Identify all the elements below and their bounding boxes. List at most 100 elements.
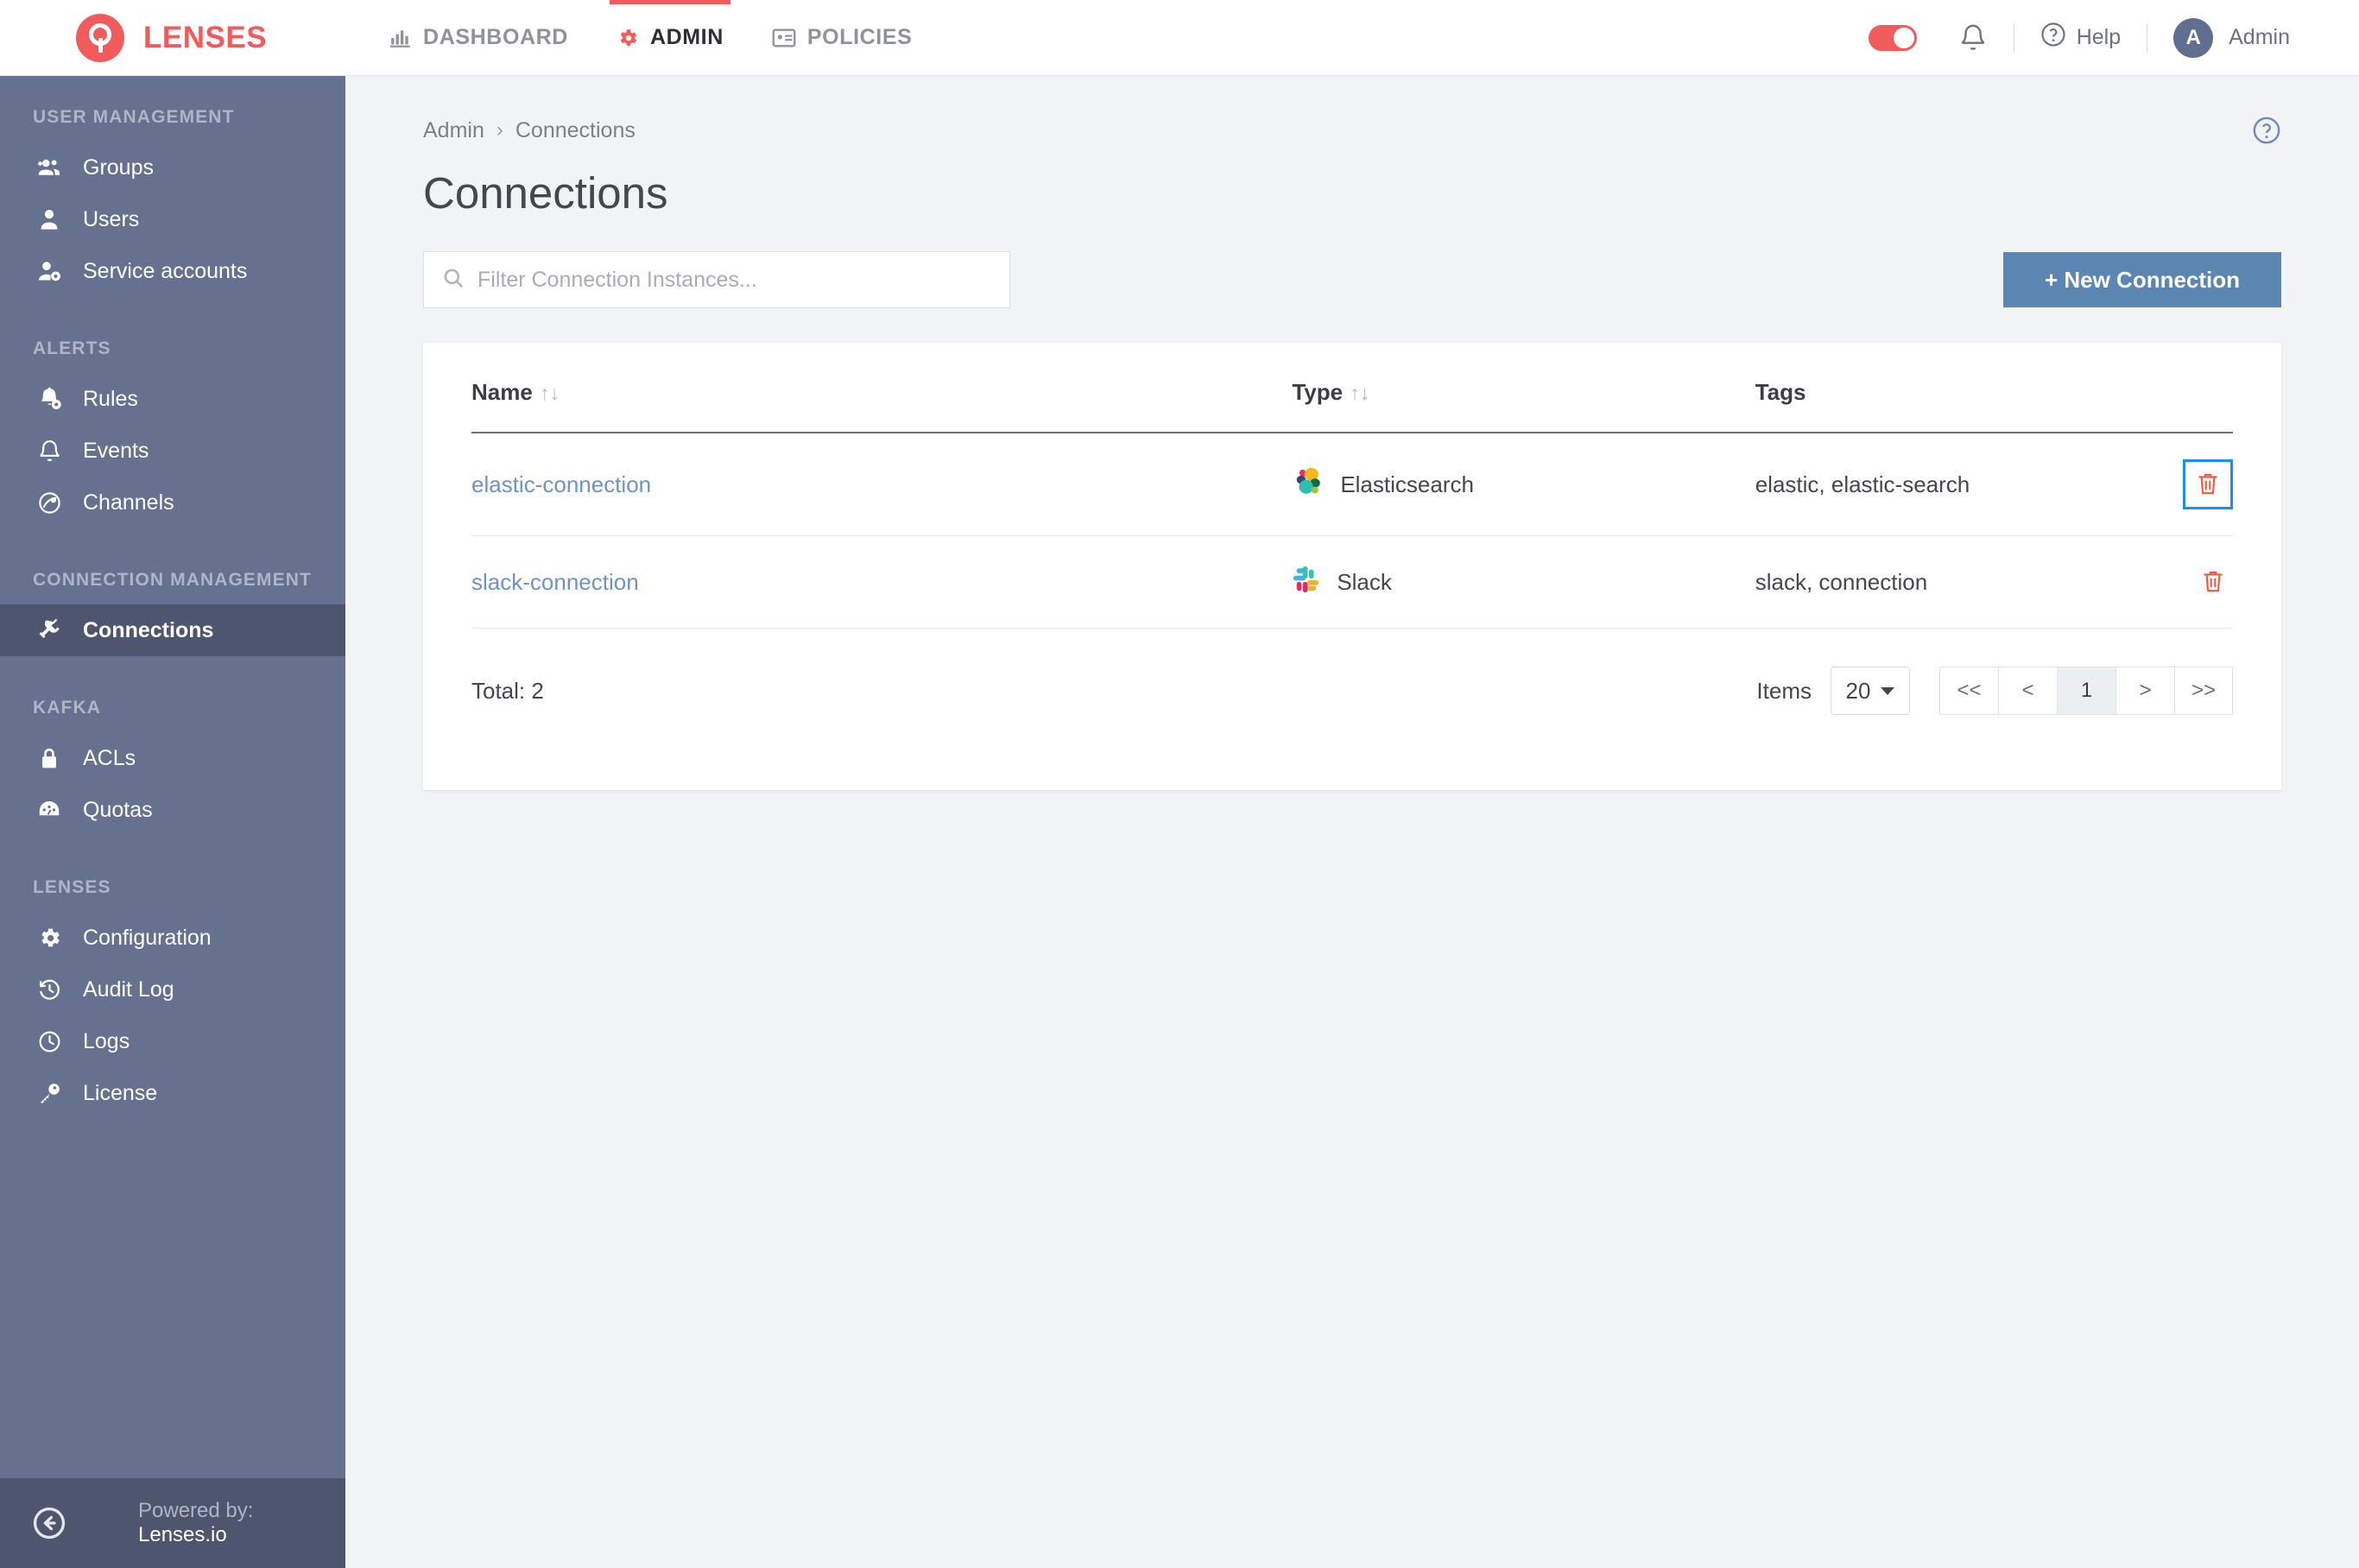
- users-group-icon: [35, 155, 64, 180]
- sidebar-group-connection-management: CONNECTION MANAGEMENT Connections: [0, 570, 345, 656]
- nav-tab-label: DASHBOARD: [423, 25, 568, 49]
- powered-by: Powered by: Lenses.io: [138, 1499, 314, 1547]
- breadcrumb-separator: ›: [496, 118, 503, 142]
- elasticsearch-logo: [1292, 465, 1325, 504]
- sidebar-item-acls[interactable]: ACLs: [0, 732, 345, 784]
- question-circle-icon[interactable]: [2252, 116, 2281, 145]
- column-header-type[interactable]: Type ↑↓: [1292, 379, 1755, 433]
- cell-type: Elasticsearch: [1292, 433, 1755, 536]
- sidebar-item-users[interactable]: Users: [0, 193, 345, 245]
- powered-by-brand: Lenses.io: [138, 1523, 227, 1546]
- sidebar-item-label: Logs: [83, 1028, 130, 1053]
- sidebar-group-title: LENSES: [33, 877, 111, 897]
- sidebar-item-label: Audit Log: [83, 977, 174, 1002]
- page-number-button[interactable]: 1: [2057, 667, 2116, 715]
- top-bar-right: Help A Admin: [1868, 17, 2290, 58]
- sidebar-footer: Powered by: Lenses.io: [0, 1478, 345, 1568]
- sidebar-item-configuration[interactable]: Configuration: [0, 912, 345, 964]
- gear-icon: [617, 27, 639, 49]
- bell-icon: [35, 439, 64, 464]
- connections-table: Name ↑↓ Type ↑↓ Tags elastic-connection: [471, 379, 2233, 629]
- sidebar-item-label: Service accounts: [83, 258, 248, 283]
- theme-toggle[interactable]: [1868, 24, 1917, 51]
- sidebar-group-title: ALERTS: [33, 338, 111, 358]
- delete-connection-button[interactable]: [2183, 459, 2233, 509]
- search-input[interactable]: [477, 267, 992, 293]
- cell-name: slack-connection: [471, 535, 1293, 629]
- user-menu[interactable]: A Admin: [2173, 17, 2290, 58]
- items-per-page-select[interactable]: 20: [1831, 667, 1910, 715]
- sidebar-item-label: Configuration: [83, 925, 212, 950]
- cell-name: elastic-connection: [471, 433, 1293, 536]
- sidebar-item-logs[interactable]: Logs: [0, 1015, 345, 1067]
- sidebar-group-user-management: USER MANAGEMENT Groups Users Service acc…: [0, 107, 345, 297]
- items-label: Items: [1756, 677, 1812, 704]
- sort-toggle-icon[interactable]: ↑↓: [1350, 382, 1369, 404]
- column-header-tags: Tags: [1755, 379, 2109, 433]
- column-header-type-label: Type: [1292, 379, 1344, 405]
- page-prev-button[interactable]: <: [1998, 667, 2057, 715]
- sidebar-item-audit-log[interactable]: Audit Log: [0, 964, 345, 1015]
- sidebar-item-label: ACLs: [83, 745, 136, 770]
- sidebar-item-connections[interactable]: Connections: [0, 604, 345, 656]
- help-button[interactable]: Help: [2040, 22, 2121, 54]
- table-footer: Total: 2 Items 20 << < 1 > >>: [471, 667, 2233, 715]
- sidebar-item-rules[interactable]: Rules: [0, 373, 345, 425]
- sidebar-item-groups[interactable]: Groups: [0, 142, 345, 193]
- breadcrumb-item-admin[interactable]: Admin: [423, 118, 484, 143]
- nav-tab-policies[interactable]: POLICIES: [748, 0, 937, 76]
- cell-actions: [2109, 433, 2233, 536]
- gear-icon: [35, 926, 64, 951]
- powered-by-prefix: Powered by:: [138, 1499, 254, 1522]
- column-header-name[interactable]: Name ↑↓: [471, 379, 1293, 433]
- key-icon: [35, 1081, 64, 1106]
- slack-logo: [1292, 565, 1321, 600]
- cell-actions: [2109, 535, 2233, 629]
- table-body: elastic-connection Elasticsearch elastic…: [471, 433, 2233, 629]
- pagination: Items 20 << < 1 > >>: [1756, 667, 2233, 715]
- page-last-button[interactable]: >>: [2174, 667, 2233, 715]
- table-row[interactable]: elastic-connection Elasticsearch elastic…: [471, 433, 2233, 536]
- nav-tab-admin[interactable]: ADMIN: [592, 0, 748, 76]
- sidebar-item-service-accounts[interactable]: Service accounts: [0, 245, 345, 297]
- sidebar-item-channels[interactable]: Channels: [0, 477, 345, 528]
- column-header-name-label: Name: [471, 379, 533, 405]
- filter-search-box[interactable]: [423, 251, 1010, 308]
- sidebar-item-label: Channels: [83, 490, 174, 515]
- page-first-button[interactable]: <<: [1939, 667, 1998, 715]
- connection-link-elastic-connection[interactable]: elastic-connection: [471, 471, 651, 497]
- avatar: A: [2173, 17, 2214, 58]
- brand[interactable]: LENSES: [76, 13, 267, 62]
- collapse-left-icon[interactable]: [31, 1505, 67, 1541]
- toolbar: + New Connection: [423, 251, 2281, 308]
- sort-toggle-icon[interactable]: ↑↓: [540, 382, 560, 404]
- delete-connection-button[interactable]: [2193, 562, 2233, 602]
- sidebar-item-events[interactable]: Events: [0, 425, 345, 477]
- plug-icon: [35, 617, 64, 643]
- sidebar-group-title: KAFKA: [33, 698, 101, 718]
- sidebar-item-label: Groups: [83, 155, 154, 180]
- sidebar-item-quotas[interactable]: Quotas: [0, 784, 345, 836]
- user-name: Admin: [2229, 25, 2290, 49]
- page-next-button[interactable]: >: [2116, 667, 2174, 715]
- sidebar-item-license[interactable]: License: [0, 1067, 345, 1119]
- cell-tags: elastic, elastic-search: [1755, 433, 2109, 536]
- sidebar-item-label: Quotas: [83, 797, 153, 822]
- sidebar-item-label: License: [83, 1080, 158, 1105]
- user-gear-icon: [35, 259, 64, 283]
- connection-link-slack-connection[interactable]: slack-connection: [471, 569, 639, 595]
- top-bar: LENSES DASHBOARD ADMIN POLICIES Help A A…: [0, 0, 2359, 76]
- type-label: Elasticsearch: [1340, 471, 1474, 497]
- new-connection-button[interactable]: + New Connection: [2003, 252, 2281, 307]
- history-icon: [35, 977, 64, 1002]
- id-card-icon: [772, 27, 796, 49]
- nav-tab-label: ADMIN: [649, 25, 724, 49]
- gauge-icon: [35, 797, 64, 823]
- table-row[interactable]: slack-connection Slack slack, connection: [471, 535, 2233, 629]
- breadcrumb-item-connections[interactable]: Connections: [515, 118, 636, 143]
- sidebar-item-label: Connections: [83, 617, 214, 642]
- nav-tab-dashboard[interactable]: DASHBOARD: [365, 0, 592, 76]
- notifications-bell-icon[interactable]: [1958, 23, 1988, 53]
- sidebar-group-alerts: ALERTS Rules Events Channels: [0, 338, 345, 528]
- clock-icon: [35, 1029, 64, 1054]
